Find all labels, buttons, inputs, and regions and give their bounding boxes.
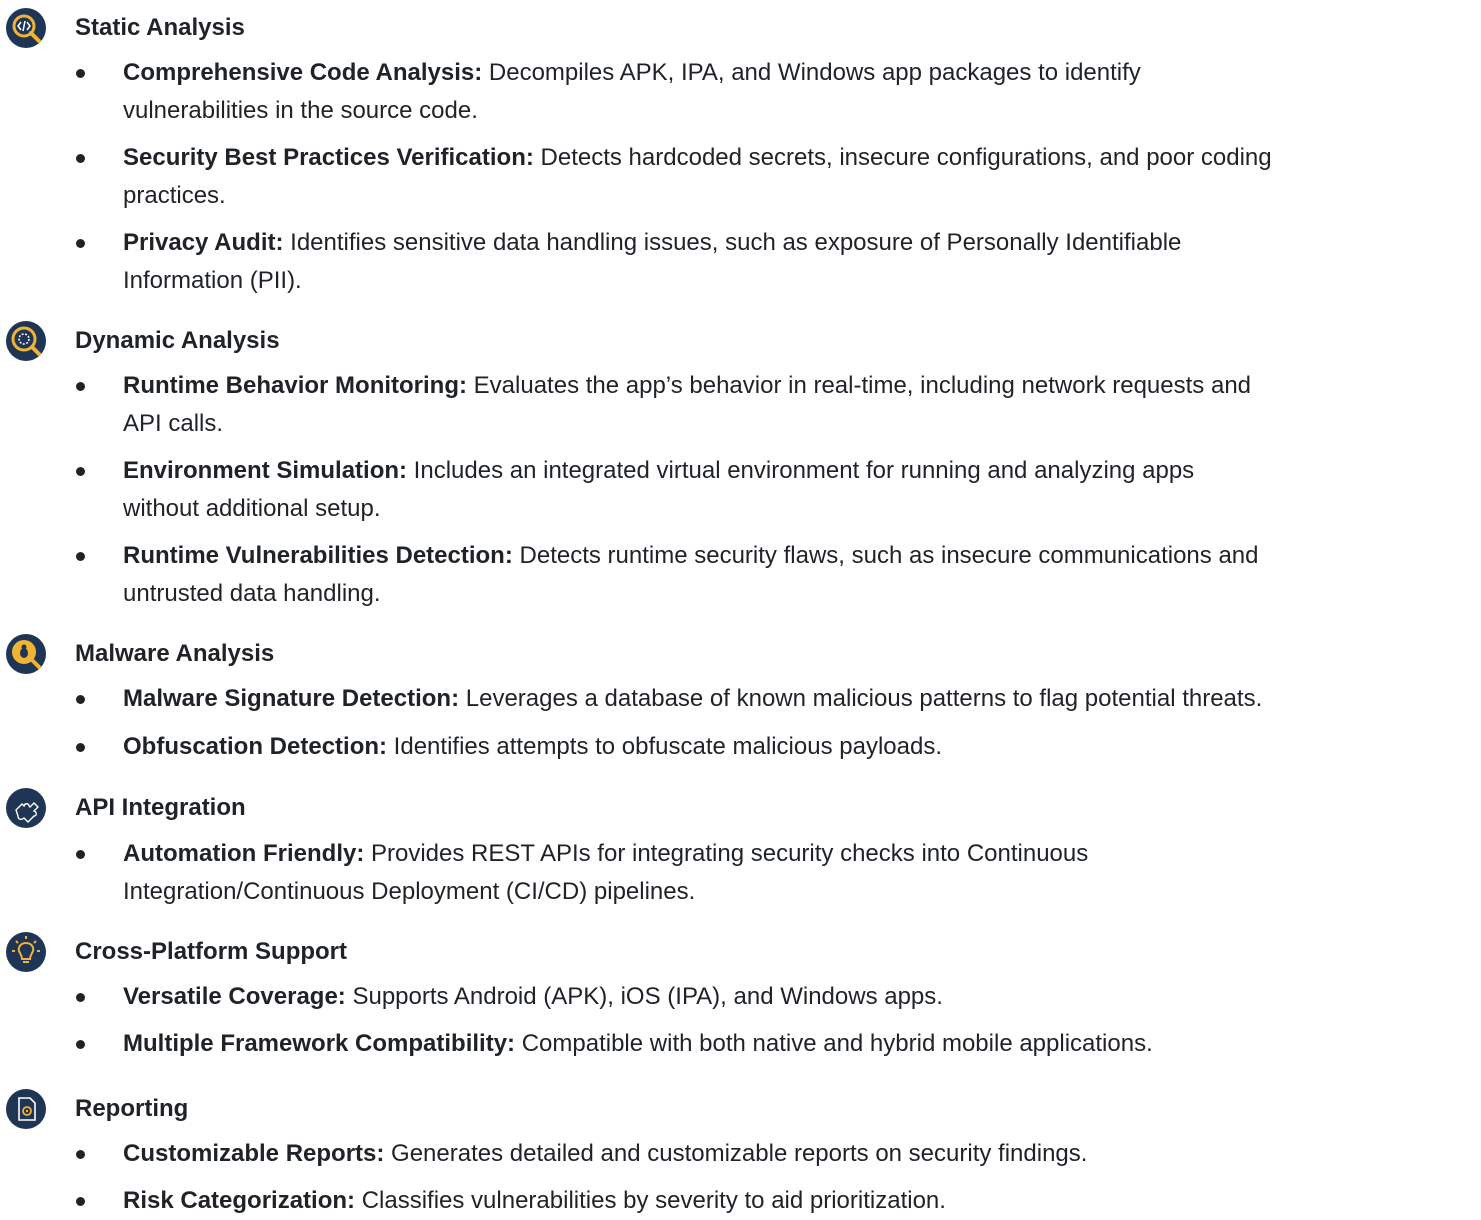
bullet-dot <box>76 382 85 391</box>
bullet-term: Runtime Behavior Monitoring: <box>123 372 467 399</box>
bullet-dot <box>76 1040 85 1049</box>
bullet-dot <box>76 154 85 163</box>
bullet-desc: Leverages a database of known malicious … <box>459 685 1263 712</box>
bullet-desc-cont: Information (PII). <box>123 267 302 294</box>
bullet-desc: Classifies vulnerabilities by severity t… <box>355 1187 946 1214</box>
bullet-desc: Evaluates the app’s behavior in real-tim… <box>467 372 1252 399</box>
bullet-desc-cont: Integration/Continuous Deployment (CI/CD… <box>123 878 696 905</box>
bullet-dot <box>76 1197 85 1206</box>
code-magnifier-icon <box>6 8 46 48</box>
bullet-desc: Identifies attempts to obfuscate malicio… <box>387 733 942 760</box>
bullet-desc-cont: untrusted data handling. <box>123 580 381 607</box>
bullet-term: Customizable Reports: <box>123 1140 385 1167</box>
bullet-desc-cont: API calls. <box>123 410 224 437</box>
section-title: Reporting <box>75 1095 189 1122</box>
bullet-term: Multiple Framework Compatibility: <box>123 1030 516 1057</box>
bullet-desc-cont: without additional setup. <box>123 495 381 522</box>
bullet-term: Obfuscation Detection: <box>123 733 388 760</box>
bullet-dot <box>76 743 85 752</box>
section-title: API Integration <box>75 794 246 821</box>
bullet-term: Privacy Audit: <box>123 229 284 256</box>
bullet-desc: Compatible with both native and hybrid m… <box>515 1030 1153 1057</box>
bullet-dot <box>76 695 85 704</box>
bullet-desc-cont: practices. <box>123 182 226 209</box>
report-document-icon <box>6 1089 46 1129</box>
bullet-term: Automation Friendly: <box>123 840 365 867</box>
bug-magnifier-icon <box>6 634 46 674</box>
section-title: Cross-Platform Support <box>75 938 348 965</box>
bullet-desc: Detects runtime security flaws, such as … <box>512 542 1259 569</box>
bullet-dot <box>76 993 85 1002</box>
bullet-desc: Generates detailed and customizable repo… <box>384 1140 1088 1167</box>
gear-magnifier-icon <box>6 321 46 361</box>
bullet-desc: Decompiles APK, IPA, and Windows app pac… <box>482 59 1141 86</box>
bullet-term: Risk Categorization: <box>123 1187 356 1214</box>
bullet-desc: Includes an integrated virtual environme… <box>407 457 1195 484</box>
bullet-term: Versatile Coverage: <box>123 983 346 1010</box>
bullet-dot <box>76 552 85 561</box>
bullet-desc-cont: vulnerabilities in the source code. <box>123 97 478 124</box>
section-title: Malware Analysis <box>75 640 275 667</box>
bullet-term: Environment Simulation: <box>123 457 408 484</box>
bullet-term: Runtime Vulnerabilities Detection: <box>123 542 513 569</box>
bullet-dot <box>76 467 85 476</box>
bullet-dot <box>76 239 85 248</box>
bullet-term: Security Best Practices Verification: <box>123 144 534 171</box>
section-title: Dynamic Analysis <box>75 327 280 354</box>
bullet-desc: Provides REST APIs for integrating secur… <box>364 840 1089 867</box>
bullet-term: Malware Signature Detection: <box>123 685 460 712</box>
bullet-term: Comprehensive Code Analysis: <box>123 59 483 86</box>
bullet-dot <box>76 69 85 78</box>
bullet-desc: Identifies sensitive data handling issue… <box>283 229 1182 256</box>
lightbulb-icon <box>6 932 46 972</box>
puzzle-icon <box>6 788 46 828</box>
bullet-desc: Supports Android (APK), iOS (IPA), and W… <box>345 983 943 1010</box>
bullet-dot <box>76 850 85 859</box>
bullet-desc: Detects hardcoded secrets, insecure conf… <box>533 144 1272 171</box>
section-title: Static Analysis <box>75 14 245 41</box>
bullet-dot <box>76 1150 85 1159</box>
